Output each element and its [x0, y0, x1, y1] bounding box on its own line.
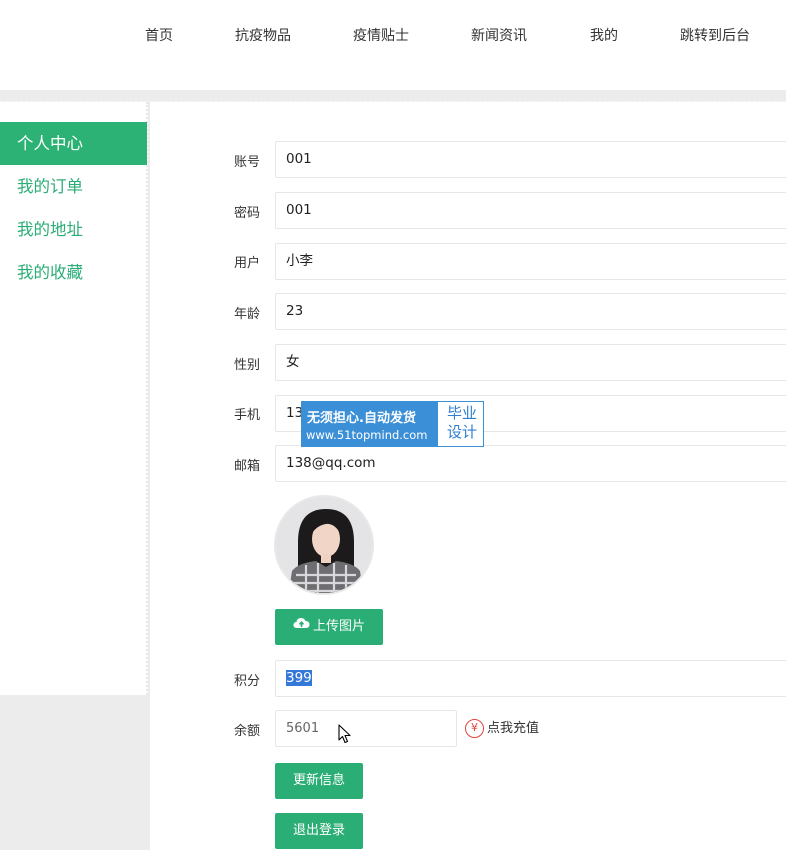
nav-news[interactable]: 新闻资讯: [471, 25, 527, 45]
upload-button-label: 上传图片: [312, 619, 365, 634]
nav-home[interactable]: 首页: [145, 25, 173, 45]
balance-input[interactable]: 5601: [275, 710, 457, 747]
mouse-pointer-icon: [338, 724, 352, 748]
watermark-logo: 无须担心.自动发货 www.51topmind.com 毕业设计: [301, 401, 484, 447]
account-label: 账号: [234, 155, 261, 170]
age-label: 年龄: [234, 307, 261, 322]
yen-icon: ¥: [465, 719, 484, 738]
profile-photo-icon: [276, 497, 372, 593]
username-input[interactable]: 小李: [275, 243, 786, 280]
sidebar-item-profile[interactable]: 个人中心: [0, 122, 147, 165]
points-value-selected: 399: [286, 670, 312, 686]
cloud-upload-icon: [293, 608, 310, 644]
sidebar: 个人中心 我的订单 我的地址 我的收藏: [0, 102, 148, 695]
recharge-label: 点我充值: [487, 721, 540, 736]
recharge-link[interactable]: ¥ 点我充值: [465, 718, 539, 740]
nav-supplies[interactable]: 抗疫物品: [235, 25, 291, 45]
username-label: 用户: [234, 256, 261, 271]
sidebar-item-address[interactable]: 我的地址: [0, 208, 147, 251]
nav-admin[interactable]: 跳转到后台: [680, 25, 750, 45]
sidebar-item-orders[interactable]: 我的订单: [0, 165, 147, 208]
phone-label: 手机: [234, 408, 261, 423]
age-input[interactable]: 23: [275, 293, 786, 330]
update-info-button[interactable]: 更新信息: [275, 763, 363, 799]
header-divider: [0, 90, 786, 102]
nav-mine[interactable]: 我的: [590, 25, 618, 45]
watermark-line1: 无须担心.自动发货: [307, 411, 416, 426]
account-input[interactable]: 001: [275, 141, 786, 178]
gender-label: 性别: [234, 358, 261, 373]
email-input[interactable]: 138@qq.com: [275, 445, 786, 482]
upload-image-button[interactable]: 上传图片: [275, 609, 383, 645]
gender-input[interactable]: 女: [275, 344, 786, 381]
logout-button[interactable]: 退出登录: [275, 813, 363, 849]
watermark-right: 毕业设计: [446, 404, 477, 441]
points-input[interactable]: 399: [275, 660, 786, 697]
email-label: 邮箱: [234, 459, 261, 474]
password-input[interactable]: 001: [275, 192, 786, 229]
password-label: 密码: [234, 206, 261, 221]
points-label: 积分: [234, 674, 261, 689]
watermark-url: www.51topmind.com: [306, 428, 428, 442]
top-header: 首页 抗疫物品 疫情贴士 新闻资讯 我的 跳转到后台: [0, 0, 786, 90]
watermark-left: 无须担心.自动发货 www.51topmind.com: [302, 402, 438, 446]
nav-tips[interactable]: 疫情贴士: [353, 25, 409, 45]
avatar: [274, 495, 374, 595]
balance-label: 余额: [234, 724, 261, 739]
sidebar-item-favorites[interactable]: 我的收藏: [0, 251, 147, 294]
